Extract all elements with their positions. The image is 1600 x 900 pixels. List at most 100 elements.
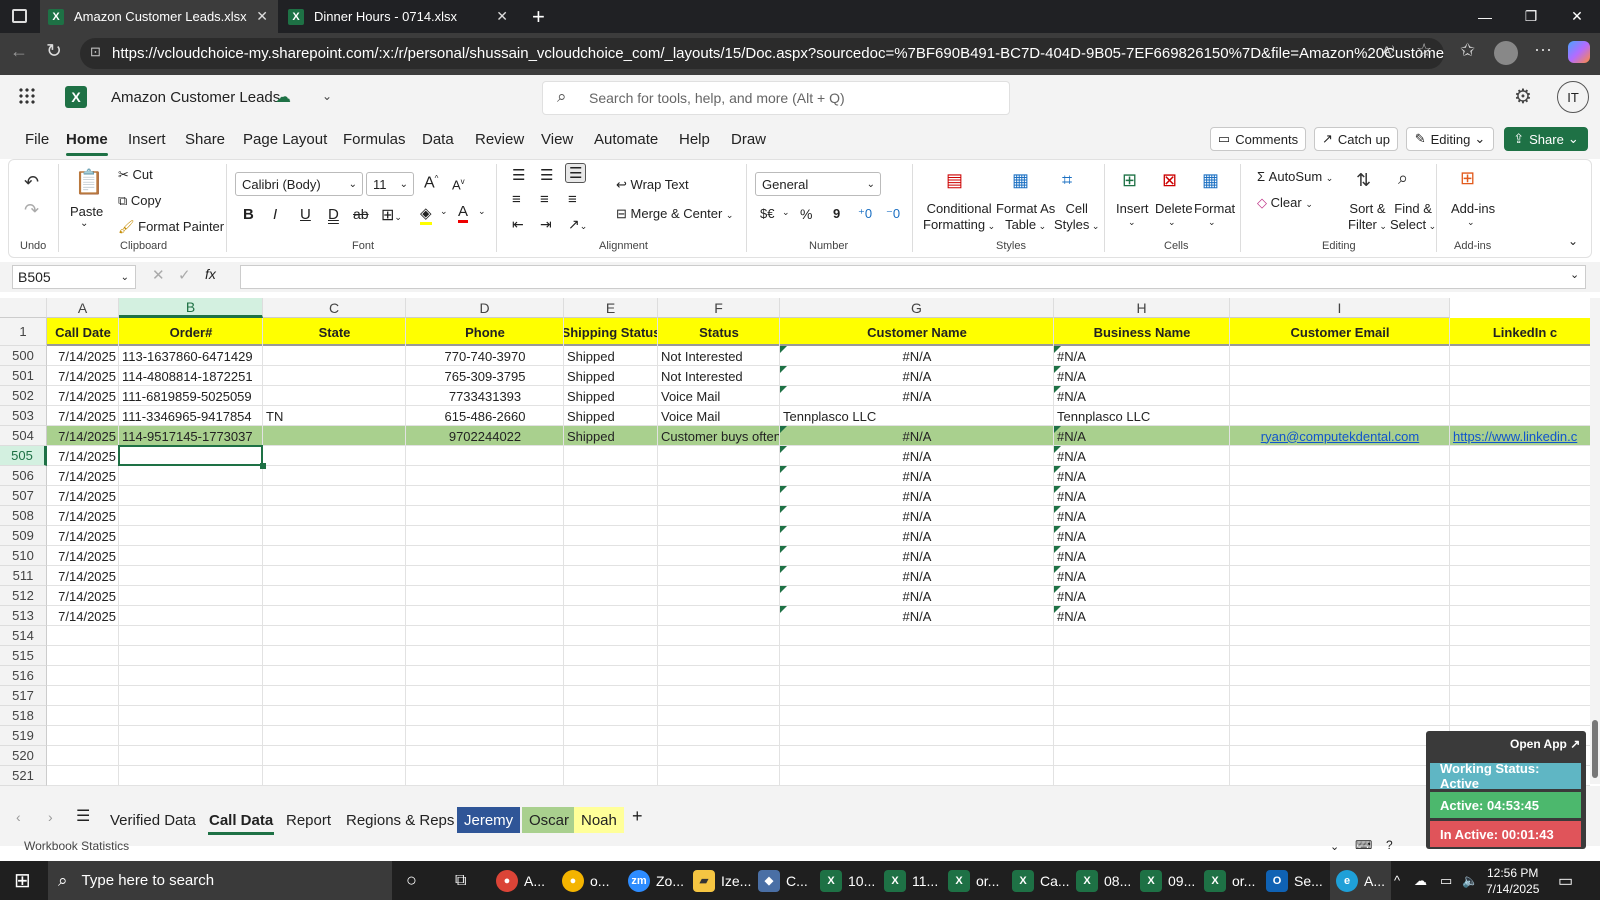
cell[interactable]: Voice Mail (658, 406, 780, 426)
close-tab-icon[interactable]: ✕ (496, 8, 508, 25)
new-tab-icon[interactable]: + (532, 4, 545, 30)
chevron-down-icon[interactable]: ⌄ (440, 206, 448, 217)
menu-formulas[interactable]: Formulas (343, 131, 406, 148)
cell[interactable]: #N/A (780, 386, 1054, 406)
cell[interactable]: ryan@computekdental.com (1230, 426, 1450, 446)
select-all-corner[interactable] (0, 298, 47, 318)
expand-formula-icon[interactable]: ⌄ (1570, 268, 1579, 281)
status-chevron-icon[interactable]: ⌄ (1330, 840, 1339, 853)
cell[interactable]: #N/A (1054, 386, 1230, 406)
column-header-d[interactable]: D (406, 298, 564, 318)
row-header[interactable]: 504 (0, 426, 47, 446)
cell[interactable]: 7/14/2025 (47, 546, 119, 566)
column-header-e[interactable]: E (564, 298, 658, 318)
cell[interactable]: #N/A (1054, 606, 1230, 626)
cell-styles-button[interactable]: Cell Styles ⌄ (1054, 201, 1099, 234)
refresh-icon[interactable]: ↻ (46, 40, 62, 63)
cell[interactable]: #N/A (780, 546, 1054, 566)
font-size-dropdown[interactable]: 11 ⌄ (366, 172, 414, 196)
formula-input[interactable] (240, 265, 1586, 289)
sheet-tab-jeremy[interactable]: Jeremy (457, 807, 521, 833)
bold-button[interactable]: B (243, 206, 254, 223)
row-header[interactable]: 514 (0, 626, 47, 646)
sort-filter-button[interactable]: Sort & Filter ⌄ (1348, 201, 1387, 234)
row-header[interactable]: 507 (0, 486, 47, 506)
row-header[interactable]: 509 (0, 526, 47, 546)
addins-button[interactable]: Add-ins (1451, 201, 1495, 216)
decrease-decimal-icon[interactable]: ⁻0 (886, 206, 900, 222)
cell[interactable]: #N/A (780, 486, 1054, 506)
tab-actions-icon[interactable] (12, 9, 27, 23)
search-input[interactable]: ⌕ Search for tools, help, and more (Alt … (542, 81, 1010, 115)
column-title[interactable]: Order# (119, 318, 263, 346)
cell[interactable]: #N/A (780, 426, 1054, 446)
align-middle-icon[interactable]: ☰ (540, 166, 553, 184)
format-painter-button[interactable]: 🖌 Format Painter (118, 219, 224, 235)
row-header[interactable]: 1 (0, 318, 47, 346)
menu-help[interactable]: Help (679, 131, 710, 148)
cell[interactable]: #N/A (780, 346, 1054, 366)
column-title[interactable]: Business Name (1054, 318, 1230, 346)
cell[interactable]: 7/14/2025 (47, 426, 119, 446)
underline-button[interactable]: U (300, 206, 311, 223)
sheet-tab-noah[interactable]: Noah (574, 807, 624, 833)
cell[interactable]: 113-1637860-6471429 (119, 346, 263, 366)
addins-icon[interactable]: ⊞ (1460, 168, 1475, 189)
clock[interactable]: 12:56 PM 7/14/2025 (1486, 861, 1539, 900)
cell[interactable]: 7/14/2025 (47, 406, 119, 426)
cell[interactable]: #N/A (1054, 586, 1230, 606)
taskbar-app-c[interactable]: ◆ C... (758, 861, 808, 900)
format-cells-button[interactable]: Format (1194, 201, 1235, 216)
cell[interactable]: #N/A (780, 506, 1054, 526)
column-header-b[interactable]: B (119, 298, 263, 318)
cell[interactable]: 9702244022 (406, 426, 564, 446)
currency-button[interactable]: $€ (760, 206, 774, 221)
cell[interactable]: 114-9517145-1773037 (119, 426, 263, 446)
cell[interactable]: 7/14/2025 (47, 606, 119, 626)
network-icon[interactable]: ▭ (1440, 861, 1452, 900)
cell[interactable]: #N/A (780, 366, 1054, 386)
align-center-icon[interactable]: ≡ (540, 191, 549, 208)
chevron-down-icon[interactable]: ⌄ (1168, 217, 1176, 228)
taskbar-explorer[interactable]: ▰ Ize... (693, 861, 751, 900)
wrap-text-button[interactable]: ↩ Wrap Text (616, 177, 689, 193)
profile-icon[interactable] (1494, 41, 1518, 65)
favorites-bar-icon[interactable]: ✩ (1460, 40, 1475, 61)
all-sheets-icon[interactable]: ☰ (76, 806, 90, 826)
cell[interactable]: 7/14/2025 (47, 506, 119, 526)
close-tab-icon[interactable]: ✕ (256, 8, 268, 25)
cell[interactable]: Shipped (564, 366, 658, 386)
cell[interactable]: 114-4808814-1872251 (119, 366, 263, 386)
cell[interactable]: Shipped (564, 406, 658, 426)
spreadsheet-grid[interactable]: A B C D E F G H I 1 Call Date Order# State Phone Shipp… (0, 298, 1590, 786)
cell[interactable]: #N/A (1054, 546, 1230, 566)
cell[interactable]: #N/A (780, 566, 1054, 586)
sheet-tab-report[interactable]: Report (279, 807, 338, 833)
add-sheet-icon[interactable]: + (632, 806, 643, 827)
delete-cells-icon[interactable]: ⊠ (1162, 170, 1177, 191)
cell[interactable]: 770-740-3970 (406, 346, 564, 366)
cell[interactable]: #N/A (1054, 566, 1230, 586)
cell[interactable]: #N/A (780, 606, 1054, 626)
column-header-c[interactable]: C (263, 298, 406, 318)
row-header[interactable]: 506 (0, 466, 47, 486)
menu-review[interactable]: Review (475, 131, 524, 148)
back-icon[interactable]: ← (10, 41, 28, 62)
merge-center-button[interactable]: ⊟ Merge & Center ⌄ (616, 206, 733, 222)
cell[interactable]: #N/A (780, 526, 1054, 546)
font-color-icon[interactable]: A (458, 203, 469, 223)
menu-data[interactable]: Data (422, 131, 454, 148)
autosum-button[interactable]: Σ AutoSum ⌄ (1257, 169, 1333, 184)
cell[interactable]: 7/14/2025 (47, 366, 119, 386)
chevron-down-icon[interactable]: ⌄ (782, 207, 790, 218)
cell[interactable]: #N/A (1054, 366, 1230, 386)
row-header[interactable]: 517 (0, 686, 47, 706)
ribbon-expand-icon[interactable]: ⌄ (1568, 234, 1578, 248)
column-header-a[interactable]: A (47, 298, 119, 318)
notifications-icon[interactable]: ▭ (1558, 861, 1573, 900)
workbook-statistics[interactable]: Workbook Statistics (24, 839, 129, 853)
increase-indent-icon[interactable]: ⇥ (540, 216, 552, 233)
decrease-indent-icon[interactable]: ⇤ (512, 216, 524, 233)
cell[interactable]: #N/A (1054, 526, 1230, 546)
delete-cells-button[interactable]: Delete (1155, 201, 1193, 216)
